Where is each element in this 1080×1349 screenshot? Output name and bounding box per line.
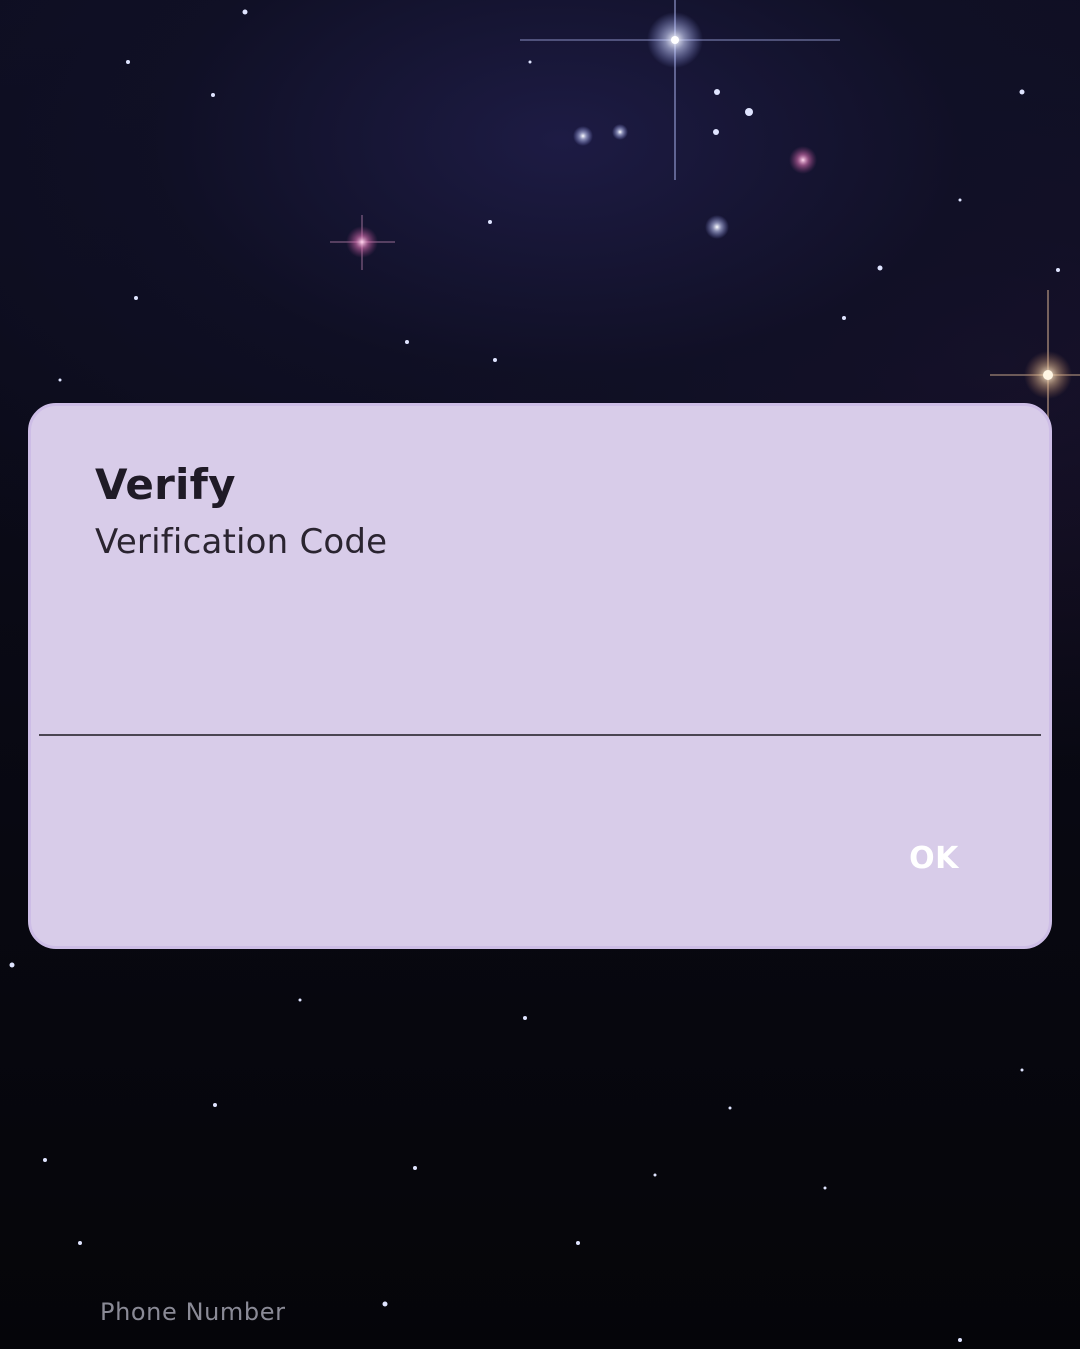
- verification-code-input[interactable]: [39, 656, 1041, 736]
- ok-button[interactable]: OK: [889, 826, 979, 890]
- phone-number-label: Phone Number: [100, 1298, 286, 1326]
- dialog-message: Verification Code: [95, 522, 388, 562]
- dialog-title: Verify: [95, 460, 236, 509]
- pink-star: [330, 215, 395, 270]
- app-screen: Phone Number Verify Verification Code OK: [0, 0, 1080, 1349]
- verify-dialog: Verify Verification Code OK: [28, 403, 1052, 949]
